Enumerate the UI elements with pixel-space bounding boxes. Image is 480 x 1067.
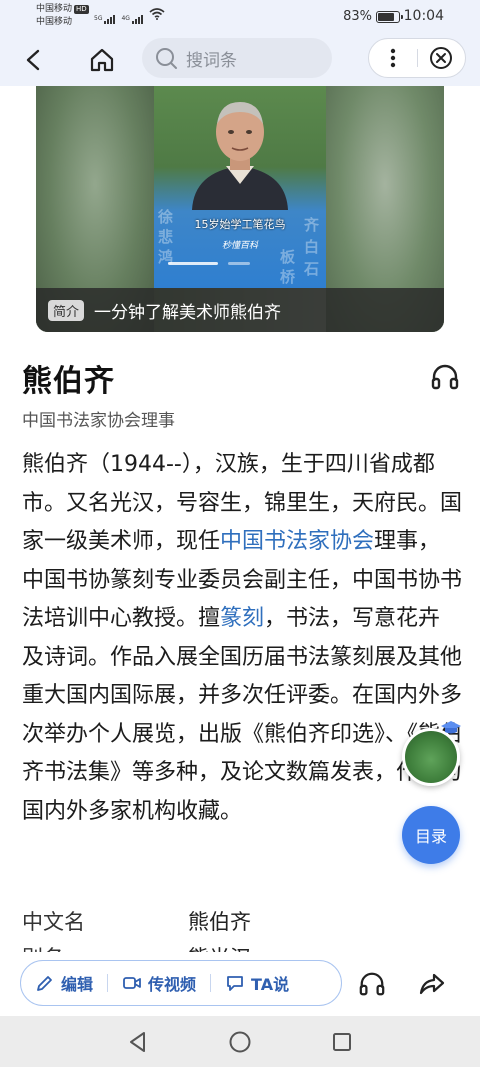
circle-home-icon [229,1031,251,1053]
video-progress-bar [168,262,218,265]
back-button[interactable] [16,42,52,78]
headphones-icon [431,364,459,390]
system-recents-button[interactable] [330,1030,354,1054]
more-vertical-icon [390,48,395,68]
link-seal-carving[interactable]: 篆刻 [220,606,264,631]
system-navigation-bar [0,1016,480,1067]
entry-summary: 熊伯齐（1944--），汉族，生于四川省成都市。又名光汉，号容生，锦里生，天府民… [22,446,462,831]
bottom-listen-button[interactable] [358,970,386,998]
battery-icon [376,10,403,23]
top-nav: 搜词条 [0,34,480,86]
system-home-button[interactable] [228,1030,252,1054]
battery-percent: 83% [343,9,372,24]
square-recents-icon [333,1033,351,1051]
pencil-icon [37,976,52,991]
carrier-1: 中国移动 HD [36,4,89,15]
carrier-1-label: 中国移动 [36,4,73,14]
clock: 10:04 [403,8,444,24]
ta-say-label: TA说 [251,975,290,994]
entry-subtitle: 中国书法家协会理事 [22,411,175,431]
floating-assistant-avatar[interactable] [402,728,460,786]
home-button[interactable] [84,42,120,78]
battery-status: 83% [343,9,403,24]
search-icon [156,48,177,69]
chat-bubble-icon [227,976,243,991]
search-box[interactable]: 搜词条 [142,38,332,78]
video-frame: 徐 悲 鸿 齐 白 石 板 桥 15岁始学工笔花鸟 秒懂百科 [154,86,326,288]
intro-video-card[interactable]: 徐 悲 鸿 齐 白 石 板 桥 15岁始学工笔花鸟 秒懂百科 简介 一分钟了解美… [36,86,444,332]
video-overlay-subtitle: 15岁始学工笔花鸟 [194,218,286,231]
graduation-cap-icon [441,721,461,734]
link-calligraphy-association[interactable]: 中国书法家协会 [220,529,374,554]
home-icon [90,48,114,72]
signal-4g-label: 4G [121,15,130,22]
upload-video-button[interactable]: 传视频 [122,971,196,995]
video-progress-remaining [228,262,250,265]
entry-title: 熊伯齐 [22,364,115,399]
info-value: 熊伯齐 [188,910,251,934]
bottom-action-bar: 编辑 传视频 TA说 [0,952,480,1016]
edit-label: 编辑 [61,975,94,994]
back-arrow-icon [26,49,40,71]
intro-badge: 简介 [48,299,85,321]
search-placeholder: 搜词条 [186,50,237,71]
close-button[interactable] [417,39,465,77]
upload-video-label: 传视频 [148,975,197,994]
toc-button[interactable]: 目录 [402,806,460,864]
status-bar: 中国移动 HD 中国移动 5G 4G 83% 10:04 [0,0,480,34]
more-button[interactable] [369,39,417,77]
battery-fill [378,12,394,21]
video-caption-bar: 简介 一分钟了解美术师熊伯齐 [36,288,444,332]
system-back-button[interactable] [126,1030,150,1054]
summary-text-3: ，书法，写意花卉及诗词。作品入展全国历届书法篆刻展及其他重大国内国际展，并多次任… [22,606,463,824]
signal-5g-label: 5G [94,15,103,22]
carrier-2-label: 中国移动 [36,17,73,27]
listen-button[interactable] [430,362,460,392]
info-key: 中文名 [22,910,85,934]
triangle-back-icon [130,1032,145,1052]
mini-app-capsule [368,38,466,78]
person-portrait-image [192,102,288,210]
headphones-icon [359,972,385,996]
action-pill: 编辑 传视频 TA说 [20,960,342,1006]
signal-5g-icon: 5G [94,15,116,24]
share-arrow-icon [419,973,445,995]
action-separator [210,974,212,992]
video-camera-icon [123,977,141,989]
video-overlay-logo: 秒懂百科 [221,241,258,251]
wifi-icon [149,8,165,24]
edit-button[interactable]: 编辑 [35,971,93,995]
share-button[interactable] [418,970,446,998]
hd-badge: HD [74,5,89,14]
signal-indicators: 5G 4G [94,8,165,24]
signal-4g-icon: 4G [121,15,143,24]
close-circle-icon [430,47,453,69]
ta-say-button[interactable]: TA说 [225,971,289,995]
action-separator [107,974,109,992]
video-caption-text: 一分钟了解美术师熊伯齐 [94,302,282,323]
